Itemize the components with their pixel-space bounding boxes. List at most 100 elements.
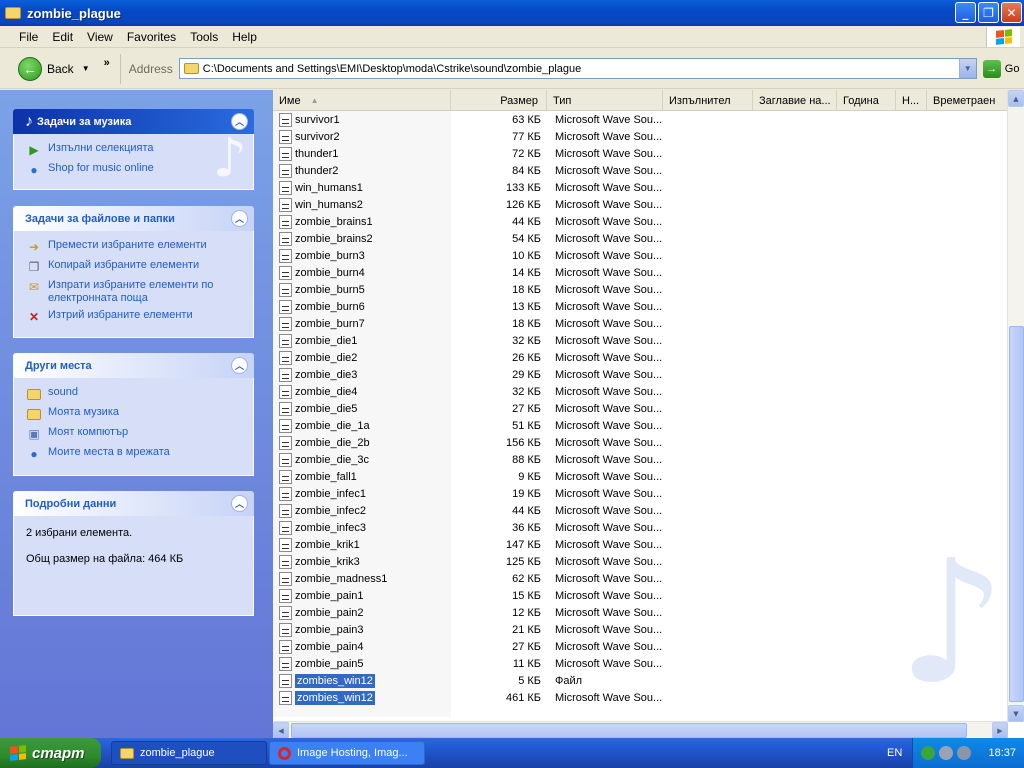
file-row[interactable]: zombie_die4 32 КБ Microsoft Wave Sou... [273,383,1008,400]
file-row[interactable]: win_humans1 133 КБ Microsoft Wave Sou... [273,179,1008,196]
file-row[interactable]: zombie_pain1 15 КБ Microsoft Wave Sou... [273,587,1008,604]
file-row[interactable]: zombie_die1 32 КБ Microsoft Wave Sou... [273,332,1008,349]
scroll-right-button[interactable]: ▶ [992,722,1008,739]
file-tasks-header[interactable]: Задачи за файлове и папки ︿ [13,206,254,231]
file-row[interactable]: zombie_burn4 14 КБ Microsoft Wave Sou... [273,264,1008,281]
other-places-header[interactable]: Други места ︿ [13,353,254,378]
place-network-link[interactable]: ● Моите места в мрежата [26,446,243,462]
file-row[interactable]: zombie_brains2 54 КБ Microsoft Wave Sou... [273,230,1008,247]
file-row[interactable]: zombie_madness1 62 КБ Microsoft Wave Sou..… [273,570,1008,587]
horizontal-scrollbar[interactable]: ◀ ▶ [273,721,1008,739]
taskbar-item-explorer[interactable]: zombie_plague [111,741,267,765]
file-row[interactable]: zombie_fall1 9 КБ Microsoft Wave Sou... [273,468,1008,485]
place-my-computer-link[interactable]: ▣ Моят компютър [26,426,243,442]
file-name-cell: zombie_krik1 [273,537,451,552]
file-row[interactable]: zombies_win12 461 КБ Microsoft Wave Sou... [273,689,1008,706]
play-selection-link[interactable]: ▶ Изпълни селекцията [26,142,243,158]
maximize-button[interactable]: ❐ [978,2,999,23]
utorrent-icon[interactable] [921,746,935,760]
file-type: Microsoft Wave Sou... [555,453,663,466]
file-row[interactable]: win_humans2 126 КБ Microsoft Wave Sou... [273,196,1008,213]
details-header[interactable]: Подробни данни ︿ [13,491,254,516]
scroll-left-button[interactable]: ◀ [273,722,289,739]
file-row[interactable]: zombie_die_3c 88 КБ Microsoft Wave Sou... [273,451,1008,468]
go-button[interactable]: → Go [982,59,1019,78]
address-input[interactable]: C:\Documents and Settings\EMI\Desktop\mo… [178,58,977,79]
back-arrow-icon: ← [18,56,42,81]
file-row[interactable]: zombie_die_2b 156 КБ Microsoft Wave Sou... [273,434,1008,451]
file-row[interactable]: thunder2 84 КБ Microsoft Wave Sou... [273,162,1008,179]
column-header-size[interactable]: Размер [451,90,547,111]
network-icon[interactable] [939,746,953,760]
move-selected-link[interactable]: ➜ Премести избраните елементи [26,239,243,255]
file-row[interactable]: zombie_pain5 11 КБ Microsoft Wave Sou... [273,655,1008,672]
file-row[interactable]: zombie_pain2 12 КБ Microsoft Wave Sou... [273,604,1008,621]
column-header-year[interactable]: Година [837,90,896,111]
file-row[interactable]: zombie_krik1 147 КБ Microsoft Wave Sou... [273,536,1008,553]
email-selected-link[interactable]: ✉ Изпрати избраните елементи по електронн… [26,279,243,305]
taskbar-item-opera[interactable]: Image Hosting, Imag... [269,741,425,765]
copy-selected-link[interactable]: ❐ Копирай избраните елементи [26,259,243,275]
chevron-up-icon[interactable]: ︿ [231,210,248,227]
toolbar-overflow-icon[interactable]: » [104,57,110,69]
scroll-down-button[interactable]: ▼ [1008,705,1024,722]
column-header-artist[interactable]: Изпълнител [663,90,753,111]
delete-selected-link[interactable]: ✕ Изтрий избраните елементи [26,309,243,325]
music-tasks-header[interactable]: ♪ Задачи за музика ︿ [13,109,254,134]
menu-help[interactable]: Help [225,30,264,44]
close-button[interactable]: ✕ [1001,2,1022,23]
place-my-music-link[interactable]: Моята музика [26,406,243,422]
file-row[interactable]: thunder1 72 КБ Microsoft Wave Sou... [273,145,1008,162]
menu-favorites[interactable]: Favorites [120,30,183,44]
file-row[interactable]: zombie_pain3 21 КБ Microsoft Wave Sou... [273,621,1008,638]
column-header-type[interactable]: Тип [547,90,663,111]
minimize-button[interactable]: _ [955,2,976,23]
scroll-up-button[interactable]: ▲ [1008,90,1024,107]
chevron-up-icon[interactable]: ︿ [231,357,248,374]
file-row[interactable]: zombie_brains1 44 КБ Microsoft Wave Sou... [273,213,1008,230]
shop-music-link[interactable]: ● Shop for music online [26,162,243,178]
wave-file-icon [279,197,292,212]
vertical-scrollbar[interactable]: ▲ ▼ [1007,90,1024,722]
file-row[interactable]: zombie_infec1 19 КБ Microsoft Wave Sou... [273,485,1008,502]
file-row[interactable]: zombie_infec2 44 КБ Microsoft Wave Sou... [273,502,1008,519]
chevron-up-icon[interactable]: ︿ [231,495,248,512]
file-row[interactable]: zombie_die_1a 51 КБ Microsoft Wave Sou... [273,417,1008,434]
chevron-up-icon[interactable]: ︿ [231,113,248,130]
place-sound-link[interactable]: sound [26,386,243,402]
start-button[interactable]: старт [0,738,101,768]
file-row[interactable]: zombies_win12 5 КБ Файл [273,672,1008,689]
file-row[interactable]: zombie_pain4 27 КБ Microsoft Wave Sou... [273,638,1008,655]
file-row[interactable]: zombie_burn6 13 КБ Microsoft Wave Sou... [273,298,1008,315]
globe-icon: ● [30,162,38,177]
file-name-cell: zombie_burn6 [273,299,451,314]
back-button[interactable]: ← Back ▼ [18,56,90,81]
language-indicator[interactable]: EN [887,747,902,759]
menu-tools[interactable]: Tools [183,30,225,44]
scroll-thumb[interactable] [291,723,967,738]
menu-edit[interactable]: Edit [45,30,80,44]
column-header-duration[interactable]: Времетраен [927,90,1008,111]
file-row[interactable]: survivor2 77 КБ Microsoft Wave Sou... [273,128,1008,145]
volume-icon[interactable] [957,746,971,760]
menu-view[interactable]: View [80,30,120,44]
file-row[interactable]: zombie_die2 26 КБ Microsoft Wave Sou... [273,349,1008,366]
chevron-down-icon[interactable]: ▼ [82,64,90,73]
file-row[interactable]: zombie_infec3 36 КБ Microsoft Wave Sou... [273,519,1008,536]
file-row[interactable]: zombie_krik3 125 КБ Microsoft Wave Sou... [273,553,1008,570]
file-size: 126 КБ [505,198,541,211]
column-header-name[interactable]: Име ▲ [273,90,451,111]
address-dropdown-button[interactable]: ▼ [958,59,976,78]
file-row[interactable]: survivor1 63 КБ Microsoft Wave Sou... [273,111,1008,128]
wave-file-icon [279,520,292,535]
file-row[interactable]: zombie_burn7 18 КБ Microsoft Wave Sou... [273,315,1008,332]
link-label: Изпълни селекцията [48,142,154,154]
file-row[interactable]: zombie_die5 27 КБ Microsoft Wave Sou... [273,400,1008,417]
file-row[interactable]: zombie_die3 29 КБ Microsoft Wave Sou... [273,366,1008,383]
scroll-thumb[interactable] [1009,326,1024,702]
file-row[interactable]: zombie_burn3 10 КБ Microsoft Wave Sou... [273,247,1008,264]
column-header-album[interactable]: Заглавие на... [753,90,837,111]
menu-file[interactable]: File [12,30,45,44]
column-header-track[interactable]: Н... [896,90,927,111]
file-row[interactable]: zombie_burn5 18 КБ Microsoft Wave Sou... [273,281,1008,298]
